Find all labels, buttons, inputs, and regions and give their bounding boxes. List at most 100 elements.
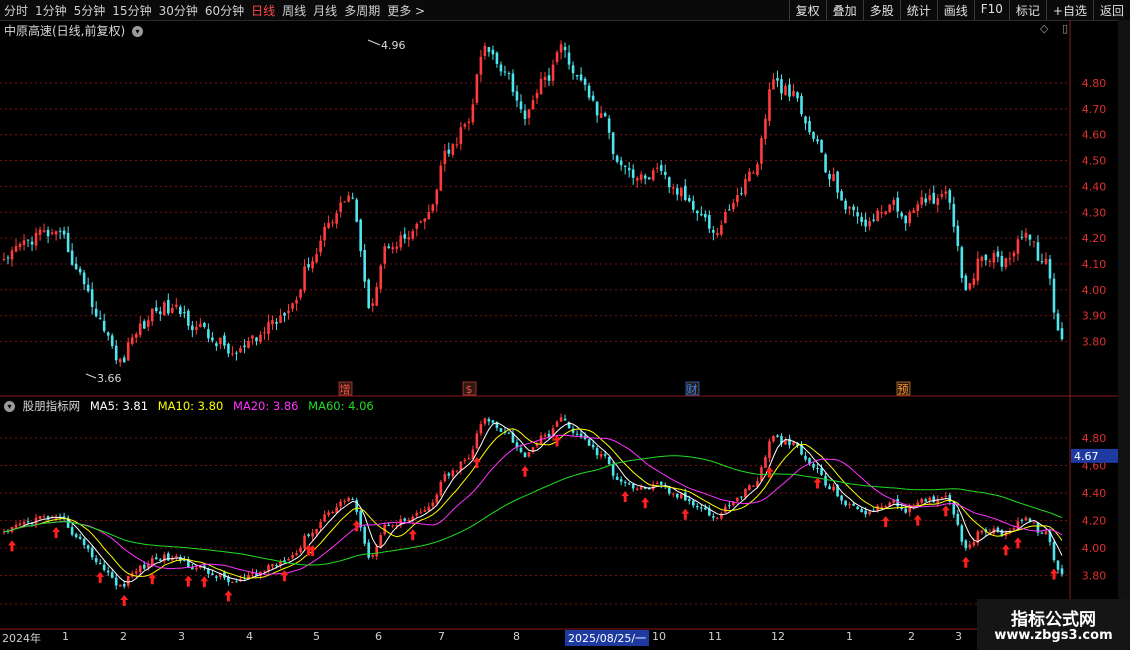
candle-body (187, 310, 190, 326)
candle-body (6, 257, 10, 259)
candle-body (38, 229, 42, 235)
ind-candle-body (311, 532, 314, 537)
candle-body (960, 247, 964, 278)
candle-body (411, 231, 415, 239)
candle-body (215, 343, 218, 347)
ind-candle-body (42, 516, 46, 518)
x-tick-15: 3 (955, 630, 962, 643)
candle-body (199, 323, 202, 328)
ind-candle-body (812, 464, 815, 468)
ind-candle-body (467, 458, 471, 460)
buy-arrow-2 (96, 571, 105, 583)
event-marker-0: 增 (340, 382, 351, 396)
candle-body (527, 109, 531, 118)
ind-y-tick-5: 3.80 (1082, 570, 1107, 583)
ind-candle-body (319, 521, 322, 529)
right-sidebar[interactable] (1118, 20, 1130, 630)
candle-body (671, 187, 675, 189)
candle-body (403, 234, 407, 239)
ind-candle-body (1060, 568, 1064, 575)
candle-body (138, 323, 142, 336)
event-marker-3: 预 (898, 383, 909, 396)
chevron-down-icon[interactable]: ▾ (4, 401, 15, 412)
candle-body (744, 179, 747, 195)
ind-candle-body (158, 559, 162, 561)
ind-candle-body (275, 565, 278, 567)
candle-body (18, 243, 22, 248)
ind-candle-body (507, 432, 511, 434)
ind-candle-body (619, 479, 623, 482)
indicator-name: 股朋指标网 (22, 399, 81, 413)
candle-body (804, 116, 807, 124)
candle-body (615, 155, 619, 162)
buy-arrow-27 (1049, 568, 1058, 580)
candle-body (571, 65, 575, 74)
buy-arrow-25 (1001, 544, 1010, 556)
y-tick-3: 4.50 (1082, 155, 1107, 168)
candle-body (154, 307, 158, 312)
candle-body (1008, 258, 1012, 260)
candle-body (359, 219, 362, 252)
candle-body (219, 337, 222, 345)
candle-body (659, 165, 663, 171)
candle-body (623, 165, 627, 167)
candle-body (667, 177, 671, 188)
ind-candle-body (427, 506, 431, 511)
candle-body (824, 154, 827, 173)
ind-y-tick-0: 4.80 (1082, 432, 1107, 445)
ind-candle-body (692, 500, 695, 506)
ind-candle-body (940, 497, 944, 499)
candle-body (479, 56, 483, 75)
y-tick-0: 4.80 (1082, 77, 1107, 90)
candle-body (908, 212, 912, 223)
ind-candle-body (371, 555, 374, 557)
candle-body (259, 334, 262, 343)
candle-body (419, 221, 423, 223)
candle-body (687, 197, 691, 202)
candle-body (1004, 258, 1008, 267)
candle-body (551, 64, 555, 81)
candle-body (371, 303, 374, 306)
candle-body (379, 265, 383, 289)
ind-candle-body (960, 525, 964, 542)
candle-body (832, 174, 835, 182)
ind-candle-body (675, 493, 679, 498)
ind-candle-body (22, 521, 26, 525)
ind-candle-body (231, 581, 234, 583)
x-tick-2: 2 (120, 630, 127, 643)
ind-candle-body (70, 527, 74, 535)
ma20-line (3, 434, 1063, 575)
candle-body (195, 327, 198, 330)
candle-body (808, 121, 811, 133)
ind-candle-body (820, 468, 823, 475)
candle-body (26, 239, 30, 241)
candle-body (607, 118, 611, 133)
ind-candle-body (591, 444, 595, 448)
ind-candle-body (792, 442, 795, 445)
kline-chart-svg[interactable]: 4.80 4.70 4.60 4.50 4.40 4.30 4.20 4.10 4.00 3.90… (0, 0, 1118, 630)
candle-body (1060, 328, 1064, 340)
candle-body (692, 200, 695, 210)
current-price-label: 4.67 (1074, 450, 1099, 463)
candle-body (251, 335, 254, 339)
candle-body (171, 308, 174, 313)
candle-body (191, 325, 194, 331)
candle-body (146, 320, 150, 327)
candle-body (936, 198, 940, 206)
watermark: 指标公式网 www.zbgs3.com (977, 599, 1130, 650)
ind-candle-body (679, 493, 683, 499)
candle-body (243, 345, 246, 348)
candle-body (74, 263, 78, 270)
candle-body (776, 78, 779, 81)
ind-candle-body (772, 435, 775, 442)
candle-body (647, 177, 651, 180)
ind-candle-body (687, 499, 691, 501)
candle-body (619, 160, 623, 166)
ind-candle-body (138, 565, 142, 573)
ind-candle-body (491, 420, 495, 423)
candle-body (1024, 232, 1028, 238)
candle-body (928, 195, 932, 201)
ind-candle-body (623, 481, 627, 483)
candle-body (331, 222, 334, 224)
ind-candle-body (631, 483, 635, 489)
